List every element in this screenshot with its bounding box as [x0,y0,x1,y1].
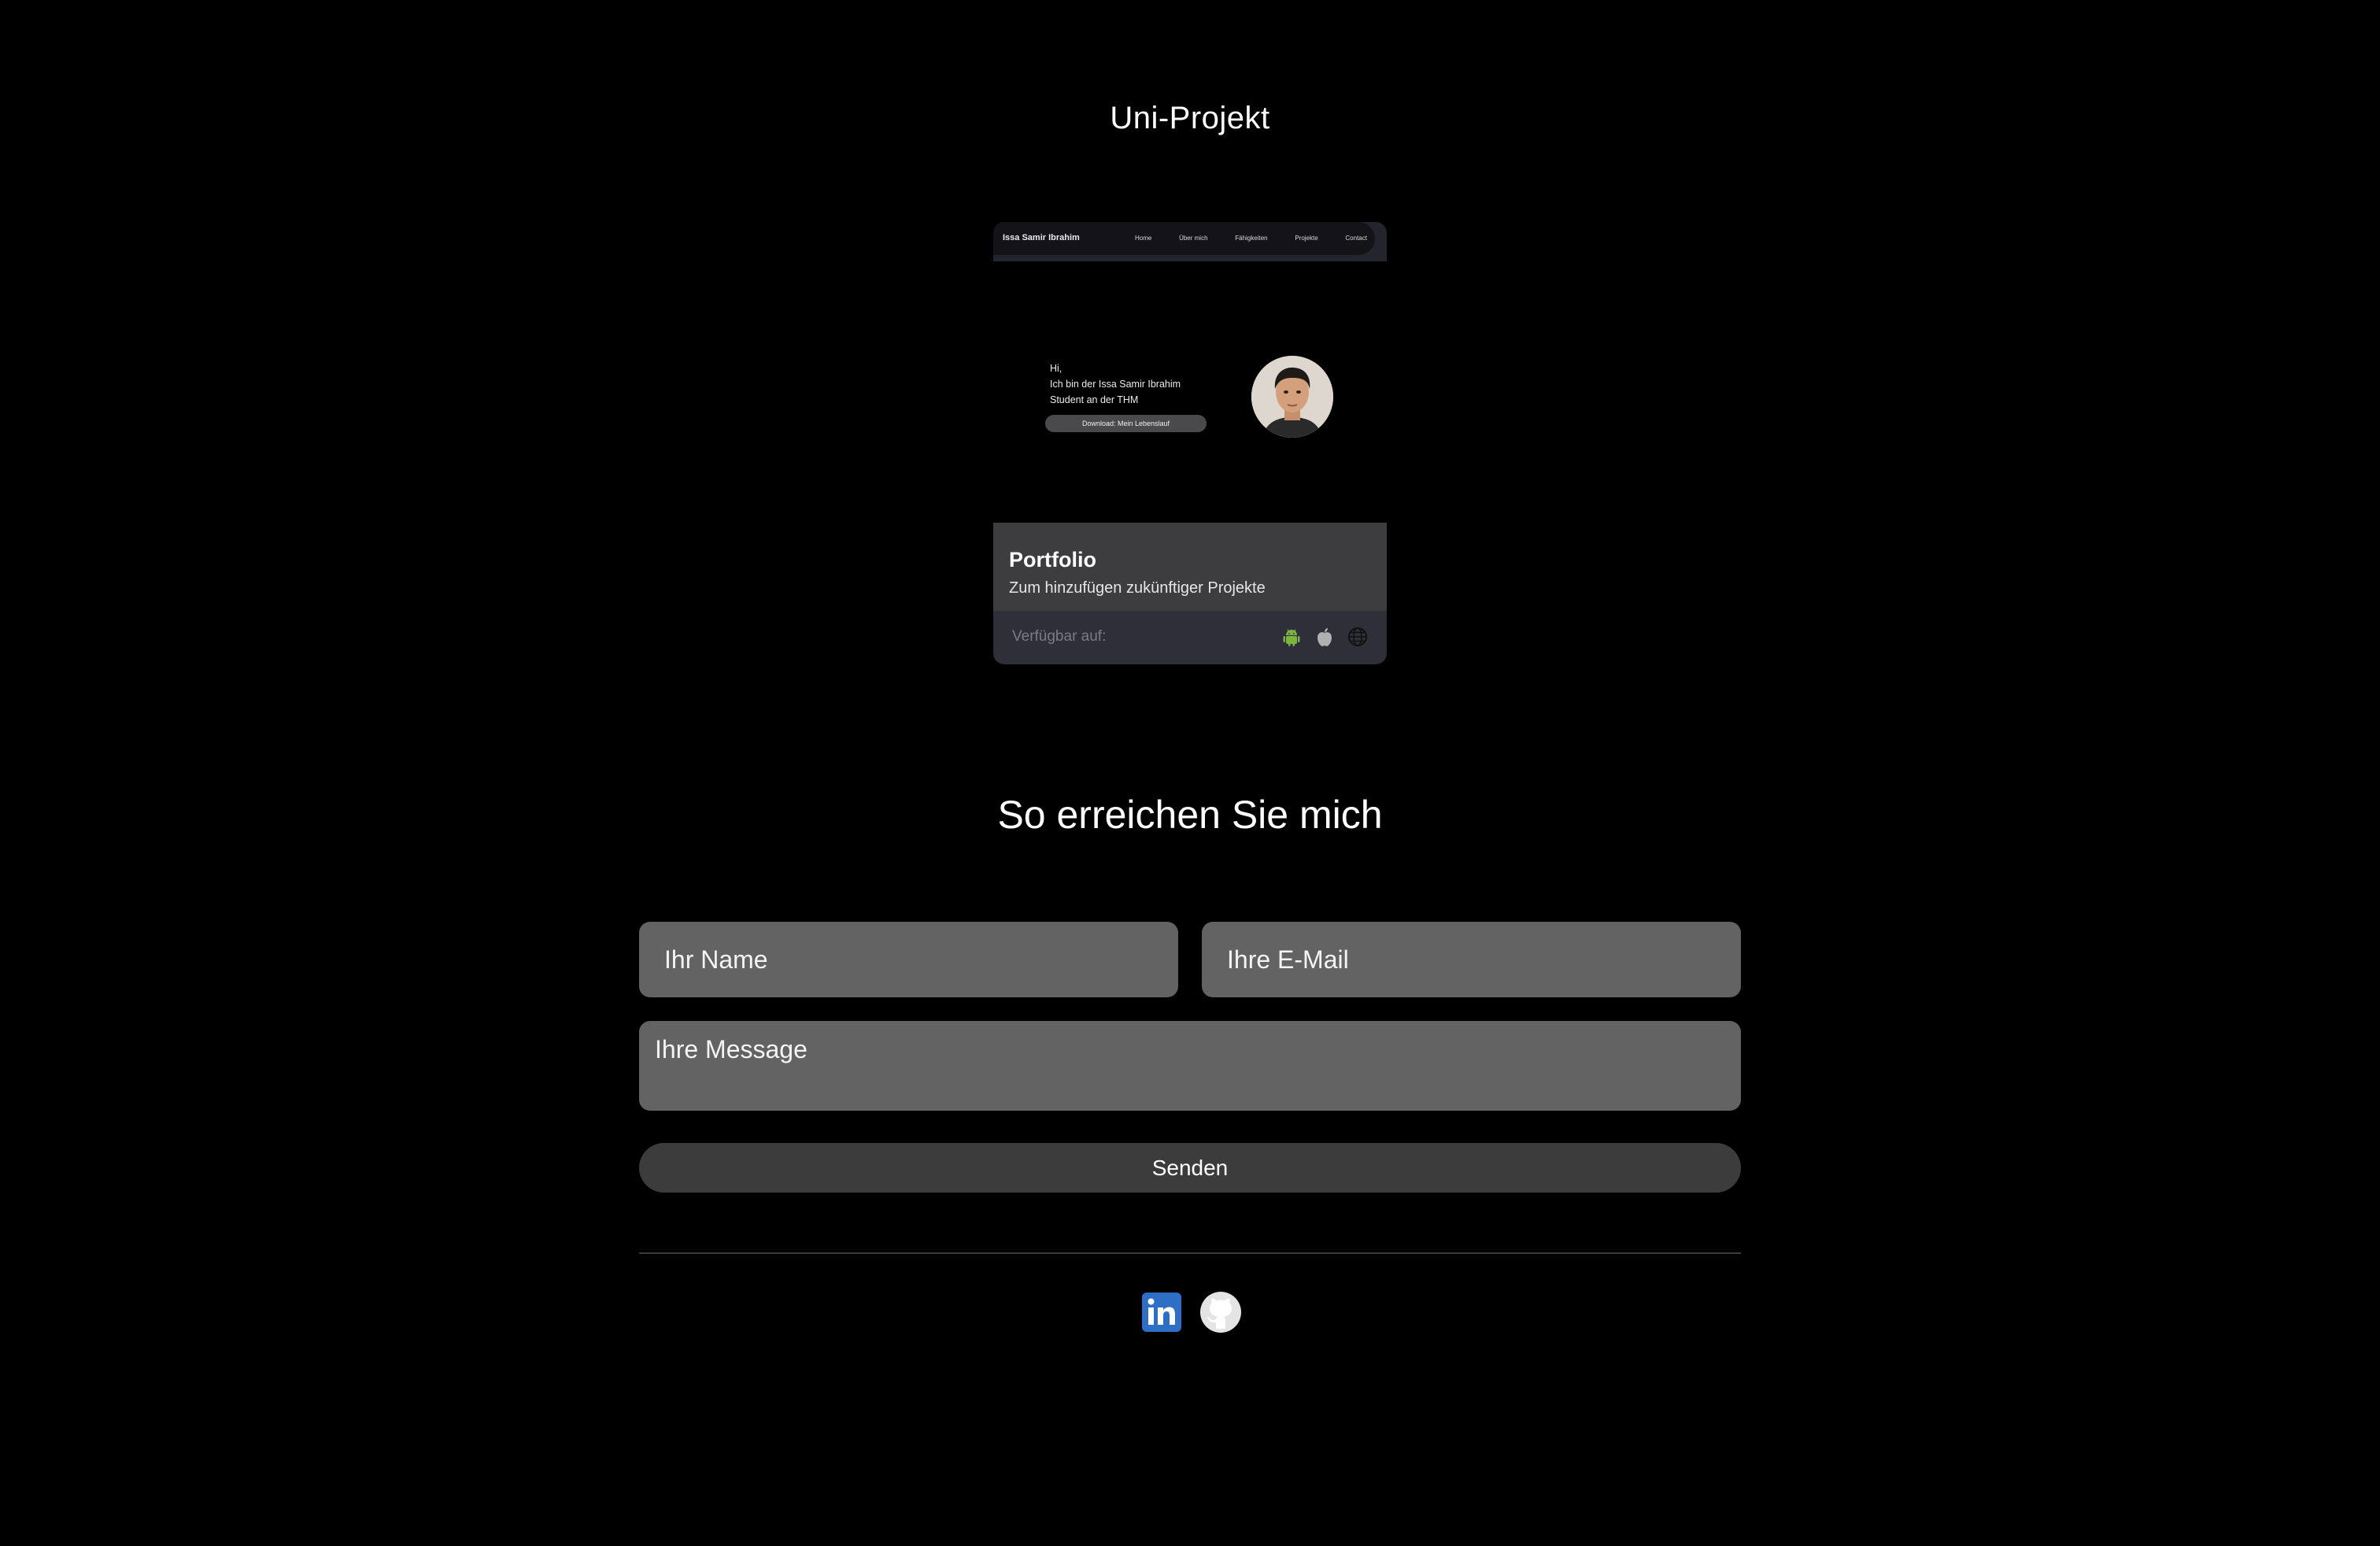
footer-divider [639,1252,1741,1254]
preview-nav-home: Home [1135,235,1152,242]
contact-title: So erreichen Sie mich [997,793,1383,837]
preview-hero-text: Hi, Ich bin der Issa Samir Ibrahim Stude… [1050,363,1181,405]
send-button[interactable]: Senden [639,1143,1741,1193]
available-on-label: Verfügbar auf: [1012,628,1107,645]
project-preview-image: Issa Samir Ibrahim Home Über mich Fähigk… [993,222,1387,523]
project-card[interactable]: Issa Samir Ibrahim Home Über mich Fähigk… [993,222,1387,664]
project-subtitle: Zum hinzufügen zukünftiger Projekte [1009,579,1266,597]
preview-download-button: Download: Mein Lebenslauf [1045,415,1207,432]
project-card-footer: Verfügbar auf: [993,611,1387,664]
github-icon[interactable] [1199,1291,1242,1333]
platform-icons [1280,625,1369,649]
preview-nav-contact: Contact [1345,235,1367,242]
globe-icon[interactable] [1346,625,1369,649]
preview-nav-links: Home Über mich Fähigkeiten Projekte Cont… [1135,235,1367,242]
preview-nav-about: Über mich [1179,235,1208,242]
apple-icon[interactable] [1313,625,1336,649]
preview-brand: Issa Samir Ibrahim [1003,233,1080,242]
preview-nav-skills: Fähigkeiten [1235,235,1268,242]
project-card-info: Portfolio Zum hinzufügen zukünftiger Pro… [993,523,1387,611]
project-title: Portfolio [1009,548,1096,571]
projects-section-title: Uni-Projekt [1110,101,1270,135]
linkedin-icon[interactable] [1140,1291,1183,1333]
android-icon[interactable] [1280,625,1303,649]
preview-navbar: Issa Samir Ibrahim Home Über mich Fähigk… [993,222,1387,261]
email-input[interactable] [1202,922,1741,997]
preview-nav-projects: Projekte [1295,235,1318,242]
name-input[interactable] [639,922,1178,997]
message-input[interactable] [639,1021,1741,1111]
preview-avatar [1251,356,1333,438]
